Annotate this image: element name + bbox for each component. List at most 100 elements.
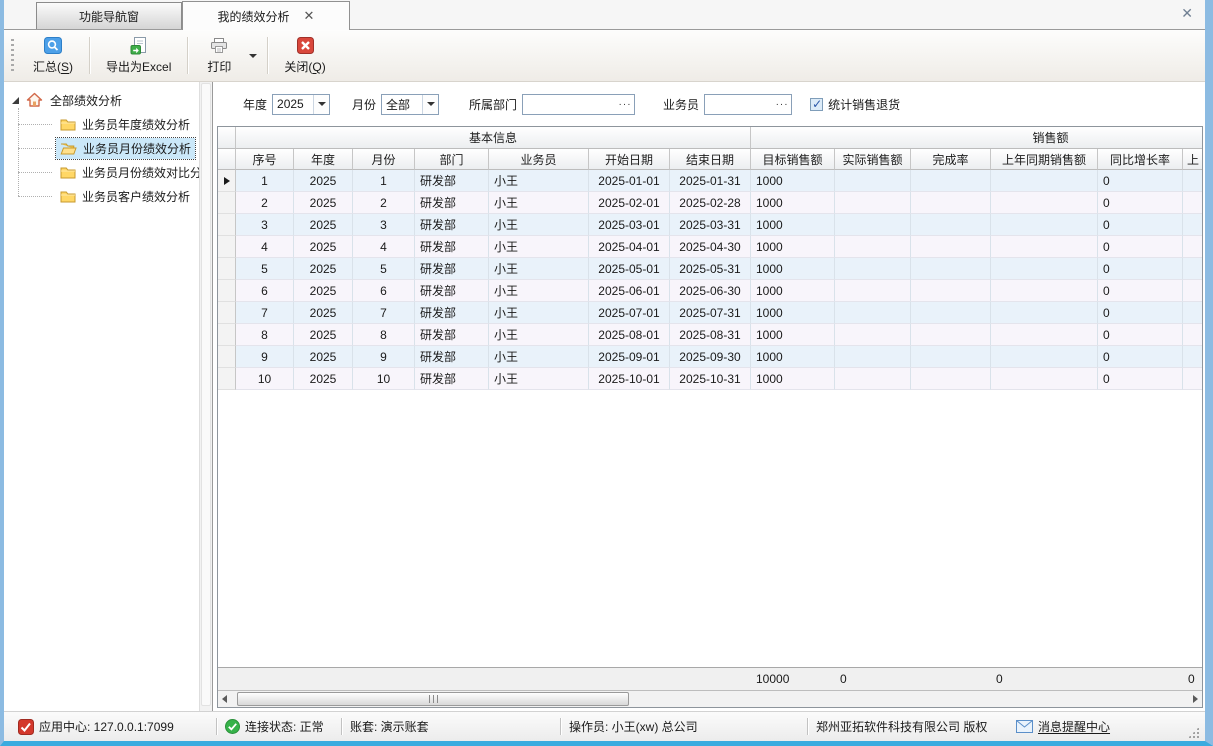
tree-vertical-scrollbar[interactable] [199, 82, 212, 711]
tree-item[interactable]: 业务员月份绩效对比分析 [56, 160, 212, 184]
tab-my-performance[interactable]: 我的绩效分析 ✕ [182, 1, 350, 30]
column-header[interactable]: 年度 [294, 149, 353, 170]
table-row[interactable]: 920259研发部小王2025-09-012025-09-3010000 [218, 346, 1202, 368]
column-header[interactable]: 结束日期 [670, 149, 751, 170]
column-header[interactable]: 开始日期 [589, 149, 670, 170]
resize-grip-icon[interactable] [1188, 727, 1199, 738]
cell: 1000 [751, 346, 835, 368]
row-selector[interactable] [218, 324, 236, 346]
scrollbar-thumb[interactable] [201, 83, 211, 706]
cell [1183, 170, 1202, 192]
export-excel-button[interactable]: 导出为Excel [93, 30, 184, 81]
row-selector[interactable] [218, 258, 236, 280]
table-row[interactable]: 720257研发部小王2025-07-012025-07-3110000 [218, 302, 1202, 324]
row-selector[interactable] [218, 236, 236, 258]
close-red-icon [297, 37, 314, 55]
scroll-right-icon[interactable] [1193, 695, 1198, 703]
grid-group-header-row: 基本信息销售额 [218, 127, 1202, 149]
table-row[interactable]: 520255研发部小王2025-05-012025-05-3110000 [218, 258, 1202, 280]
column-header[interactable]: 完成率 [911, 149, 991, 170]
tab-function-nav[interactable]: 功能导航窗 [36, 2, 182, 29]
cell: 4 [353, 236, 415, 258]
grid-empty-area [218, 390, 1202, 667]
cell: 4 [236, 236, 294, 258]
cell: 2025-09-30 [670, 346, 751, 368]
column-header[interactable]: 上 [1183, 149, 1202, 170]
scrollbar-thumb[interactable] [237, 692, 629, 706]
close-button[interactable]: 关闭(Q) [271, 30, 338, 81]
toolbar-grip[interactable] [11, 39, 14, 72]
cell [835, 302, 911, 324]
table-row[interactable]: 10202510研发部小王2025-10-012025-10-3110000 [218, 368, 1202, 390]
column-header[interactable]: 月份 [353, 149, 415, 170]
cell: 小王 [489, 214, 589, 236]
row-selector[interactable] [218, 192, 236, 214]
column-header[interactable]: 实际销售额 [835, 149, 911, 170]
table-row[interactable]: 620256研发部小王2025-06-012025-06-3010000 [218, 280, 1202, 302]
salesman-field[interactable]: ··· [704, 94, 792, 115]
department-field[interactable]: ··· [522, 94, 635, 115]
column-header[interactable]: 目标销售额 [751, 149, 835, 170]
month-select[interactable]: 全部 [381, 94, 439, 115]
tree-item[interactable]: 业务员年度绩效分析 [56, 112, 212, 136]
column-header[interactable]: 同比增长率 [1098, 149, 1183, 170]
window-close-icon[interactable]: ✕ [1181, 5, 1193, 22]
column-group-header[interactable]: 销售额 [751, 127, 1202, 149]
chevron-down-icon[interactable] [422, 95, 438, 114]
cell: 研发部 [415, 346, 489, 368]
print-button[interactable]: 打印 [191, 30, 247, 81]
table-row[interactable]: 120251研发部小王2025-01-012025-01-3110000 [218, 170, 1202, 192]
cell: 0 [1098, 368, 1183, 390]
column-header[interactable]: 业务员 [489, 149, 589, 170]
cell: 9 [236, 346, 294, 368]
cell: 研发部 [415, 214, 489, 236]
chevron-down-icon[interactable] [313, 95, 329, 114]
row-selector[interactable] [218, 280, 236, 302]
column-header[interactable]: 序号 [236, 149, 294, 170]
summarize-button[interactable]: 汇总(S) [20, 30, 86, 81]
row-selector[interactable] [218, 170, 236, 192]
row-selector[interactable] [218, 346, 236, 368]
cell: 6 [236, 280, 294, 302]
salesman-input[interactable] [705, 97, 773, 111]
cell: 2025-10-31 [670, 368, 751, 390]
row-selector[interactable] [218, 302, 236, 324]
column-group-header[interactable]: 基本信息 [236, 127, 751, 149]
returns-checkbox[interactable] [810, 98, 823, 111]
tab-close-icon[interactable]: ✕ [304, 8, 315, 24]
cell: 3 [236, 214, 294, 236]
salesman-lookup-button[interactable]: ··· [773, 95, 791, 114]
cell: 2025-08-31 [670, 324, 751, 346]
cell: 研发部 [415, 192, 489, 214]
message-center-link[interactable]: 消息提醒中心 [1008, 718, 1118, 735]
table-row[interactable]: 820258研发部小王2025-08-012025-08-3110000 [218, 324, 1202, 346]
tab-label: 功能导航窗 [79, 8, 139, 25]
tree-item[interactable]: 业务员月份绩效分析 [56, 136, 212, 160]
year-select[interactable]: 2025 [272, 94, 330, 115]
cell: 0 [1098, 214, 1183, 236]
column-header[interactable]: 上年同期销售额 [991, 149, 1098, 170]
row-selector[interactable] [218, 368, 236, 390]
table-row[interactable]: 420254研发部小王2025-04-012025-04-3010000 [218, 236, 1202, 258]
cell: 1000 [751, 324, 835, 346]
cell [911, 214, 991, 236]
column-header[interactable]: 部门 [415, 149, 489, 170]
table-row[interactable]: 220252研发部小王2025-02-012025-02-2810000 [218, 192, 1202, 214]
row-selector[interactable] [218, 214, 236, 236]
cell: 1000 [751, 236, 835, 258]
cell: 0 [1098, 236, 1183, 258]
department-input[interactable] [523, 97, 616, 111]
cell: 10 [353, 368, 415, 390]
cell: 研发部 [415, 236, 489, 258]
tree-node-root[interactable]: 全部绩效分析 [4, 88, 212, 112]
tree-expand-icon[interactable] [12, 97, 19, 104]
department-lookup-button[interactable]: ··· [616, 95, 634, 114]
cell: 2025-01-31 [670, 170, 751, 192]
cell: 小王 [489, 302, 589, 324]
scroll-left-icon[interactable] [222, 695, 227, 703]
print-dropdown-button[interactable] [247, 30, 264, 81]
tree-item-label: 业务员年度绩效分析 [82, 116, 190, 133]
table-row[interactable]: 320253研发部小王2025-03-012025-03-3110000 [218, 214, 1202, 236]
grid-horizontal-scrollbar[interactable] [218, 690, 1202, 707]
tree-item[interactable]: 业务员客户绩效分析 [56, 184, 212, 208]
